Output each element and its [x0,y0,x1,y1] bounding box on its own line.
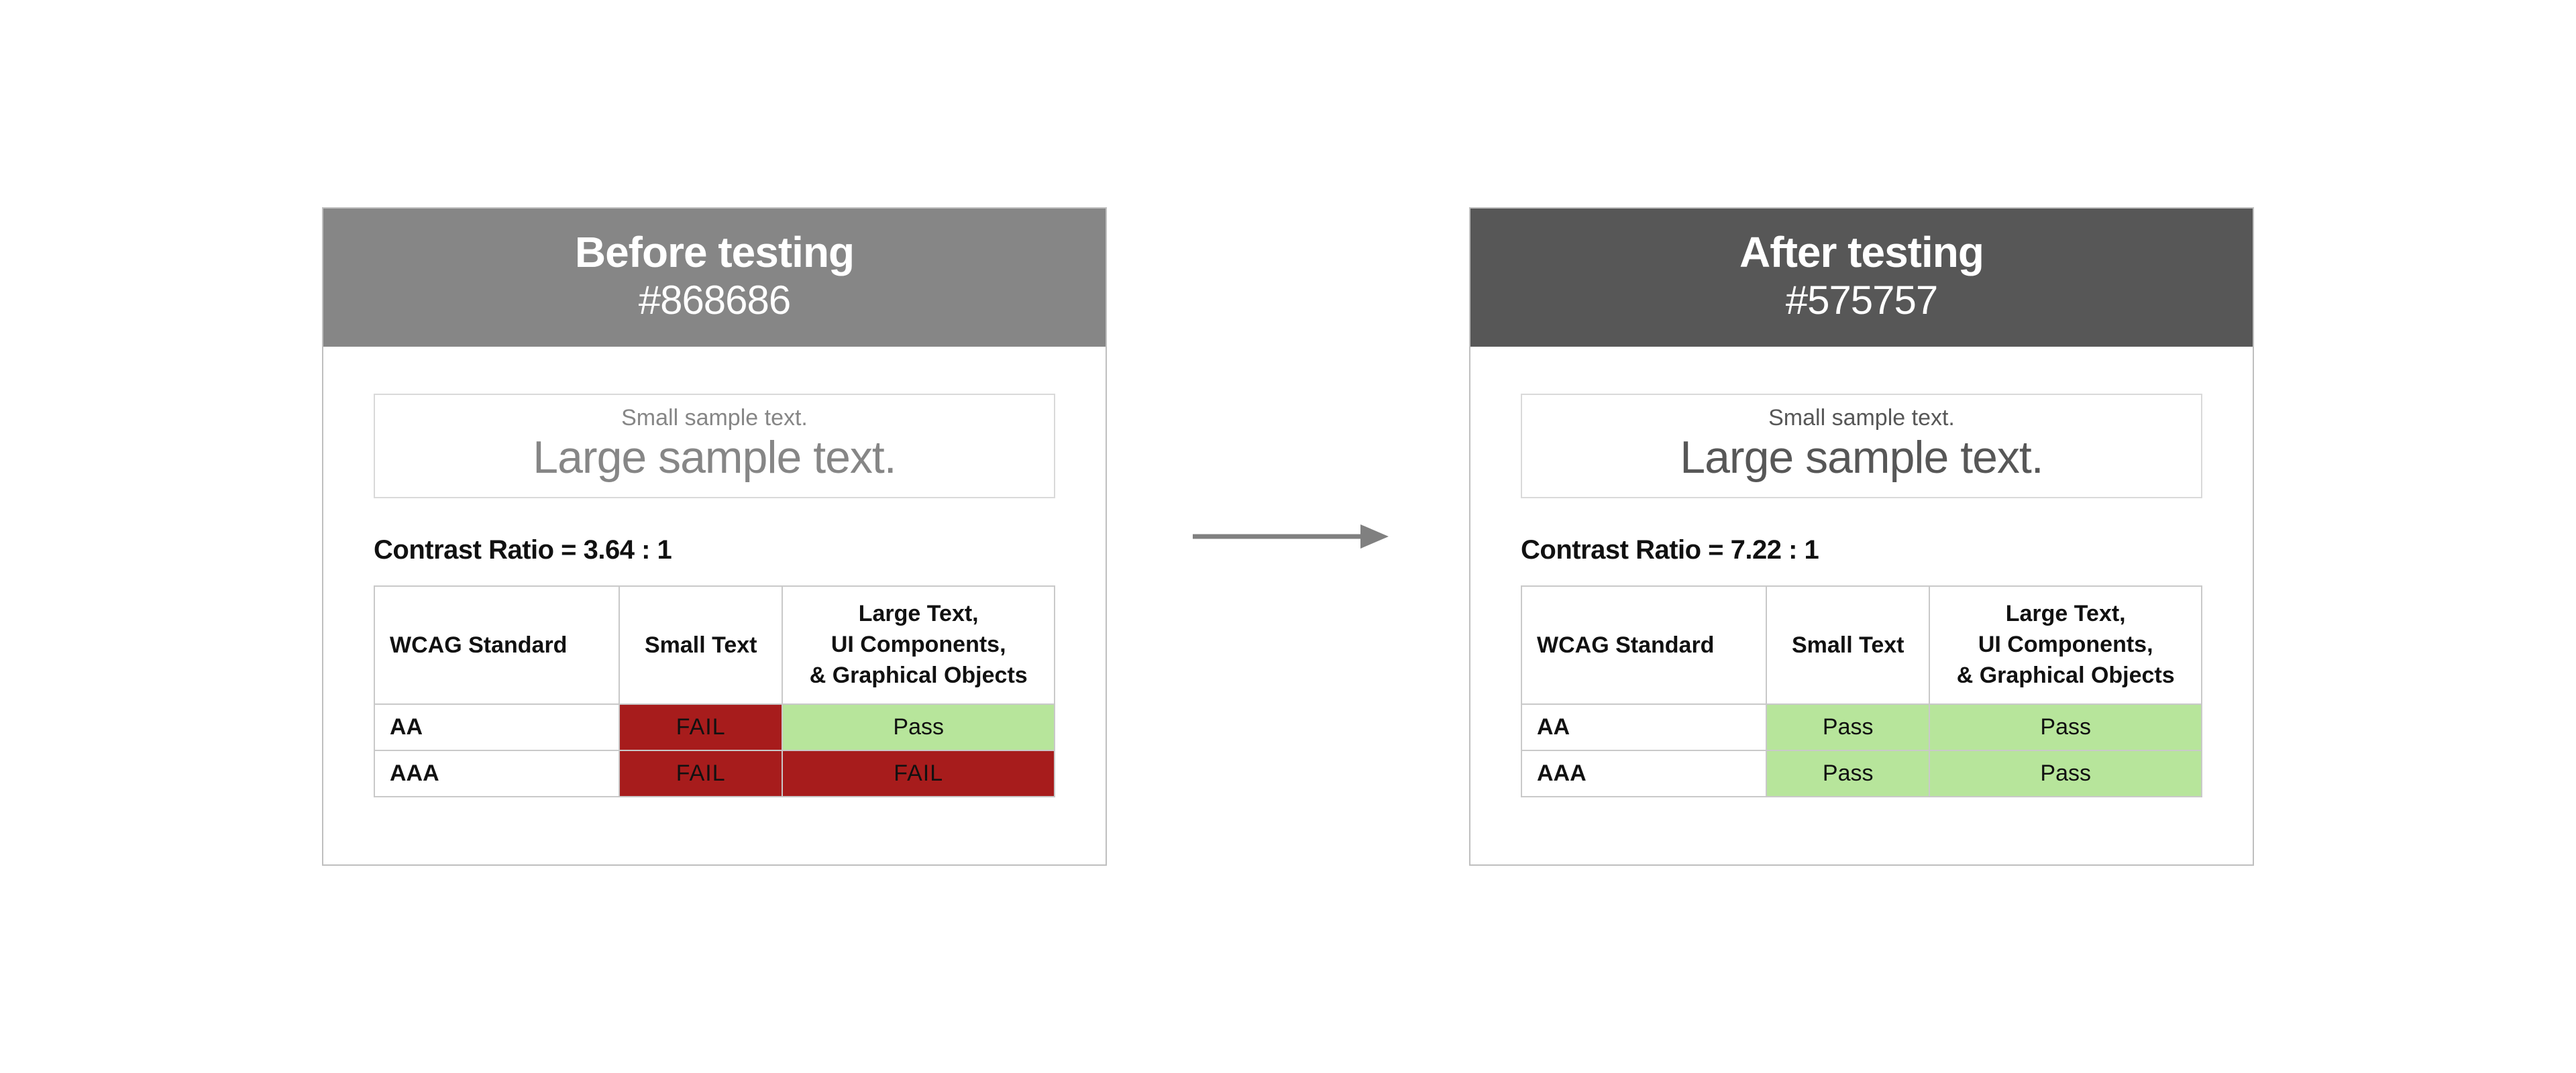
after-sample-box: Small sample text. Large sample text. [1521,394,2202,498]
after-aa-large: Pass [1929,704,2202,750]
before-sample-small: Small sample text. [382,405,1047,431]
after-panel: After testing #575757 Small sample text.… [1469,207,2254,866]
col-standard: WCAG Standard [374,586,619,704]
before-contrast-value: 3.64 : 1 [584,535,672,565]
comparison-stage: Before testing #868686 Small sample text… [322,207,2254,866]
table-header-row: WCAG Standard Small Text Large Text, UI … [1521,586,2202,704]
contrast-prefix: Contrast Ratio = [374,535,584,565]
after-hex: #575757 [1484,277,2239,323]
before-aa-large: Pass [782,704,1055,750]
col-small-text: Small Text [1766,586,1929,704]
before-body: Small sample text. Large sample text. Co… [323,347,1106,864]
col-large-l1: Large Text, [1945,599,2186,630]
after-aaa-small: Pass [1766,750,1929,797]
contrast-prefix: Contrast Ratio = [1521,535,1731,565]
before-sample-box: Small sample text. Large sample text. [374,394,1055,498]
after-sample-large: Large sample text. [1529,431,2194,484]
col-large-l3: & Graphical Objects [1945,661,2186,691]
after-aaa-large: Pass [1929,750,2202,797]
col-large-text: Large Text, UI Components, & Graphical O… [1929,586,2202,704]
row-aa-label: AA [374,704,619,750]
col-large-l3: & Graphical Objects [798,661,1039,691]
before-panel: Before testing #868686 Small sample text… [322,207,1107,866]
after-aa-small: Pass [1766,704,1929,750]
col-standard: WCAG Standard [1521,586,1766,704]
before-aaa-small: FAIL [619,750,782,797]
before-aaa-large: FAIL [782,750,1055,797]
before-sample-large: Large sample text. [382,431,1047,484]
table-row: AA FAIL Pass [374,704,1055,750]
after-sample-small: Small sample text. [1529,405,2194,431]
before-header: Before testing #868686 [323,209,1106,347]
after-contrast-value: 7.22 : 1 [1731,535,1819,565]
col-large-l2: UI Components, [1945,630,2186,661]
before-title: Before testing [337,229,1092,276]
col-small-text: Small Text [619,586,782,704]
arrow-icon [1187,516,1389,557]
col-large-text: Large Text, UI Components, & Graphical O… [782,586,1055,704]
col-large-l1: Large Text, [798,599,1039,630]
after-contrast-ratio: Contrast Ratio = 7.22 : 1 [1521,535,2202,565]
table-row: AAA Pass Pass [1521,750,2202,797]
before-results-table: WCAG Standard Small Text Large Text, UI … [374,585,1055,797]
before-contrast-ratio: Contrast Ratio = 3.64 : 1 [374,535,1055,565]
table-row: AAA FAIL FAIL [374,750,1055,797]
row-aaa-label: AAA [1521,750,1766,797]
row-aaa-label: AAA [374,750,619,797]
after-body: Small sample text. Large sample text. Co… [1470,347,2253,864]
after-header: After testing #575757 [1470,209,2253,347]
row-aa-label: AA [1521,704,1766,750]
col-large-l2: UI Components, [798,630,1039,661]
after-title: After testing [1484,229,2239,276]
before-hex: #868686 [337,277,1092,323]
table-row: AA Pass Pass [1521,704,2202,750]
before-aa-small: FAIL [619,704,782,750]
table-header-row: WCAG Standard Small Text Large Text, UI … [374,586,1055,704]
after-results-table: WCAG Standard Small Text Large Text, UI … [1521,585,2202,797]
